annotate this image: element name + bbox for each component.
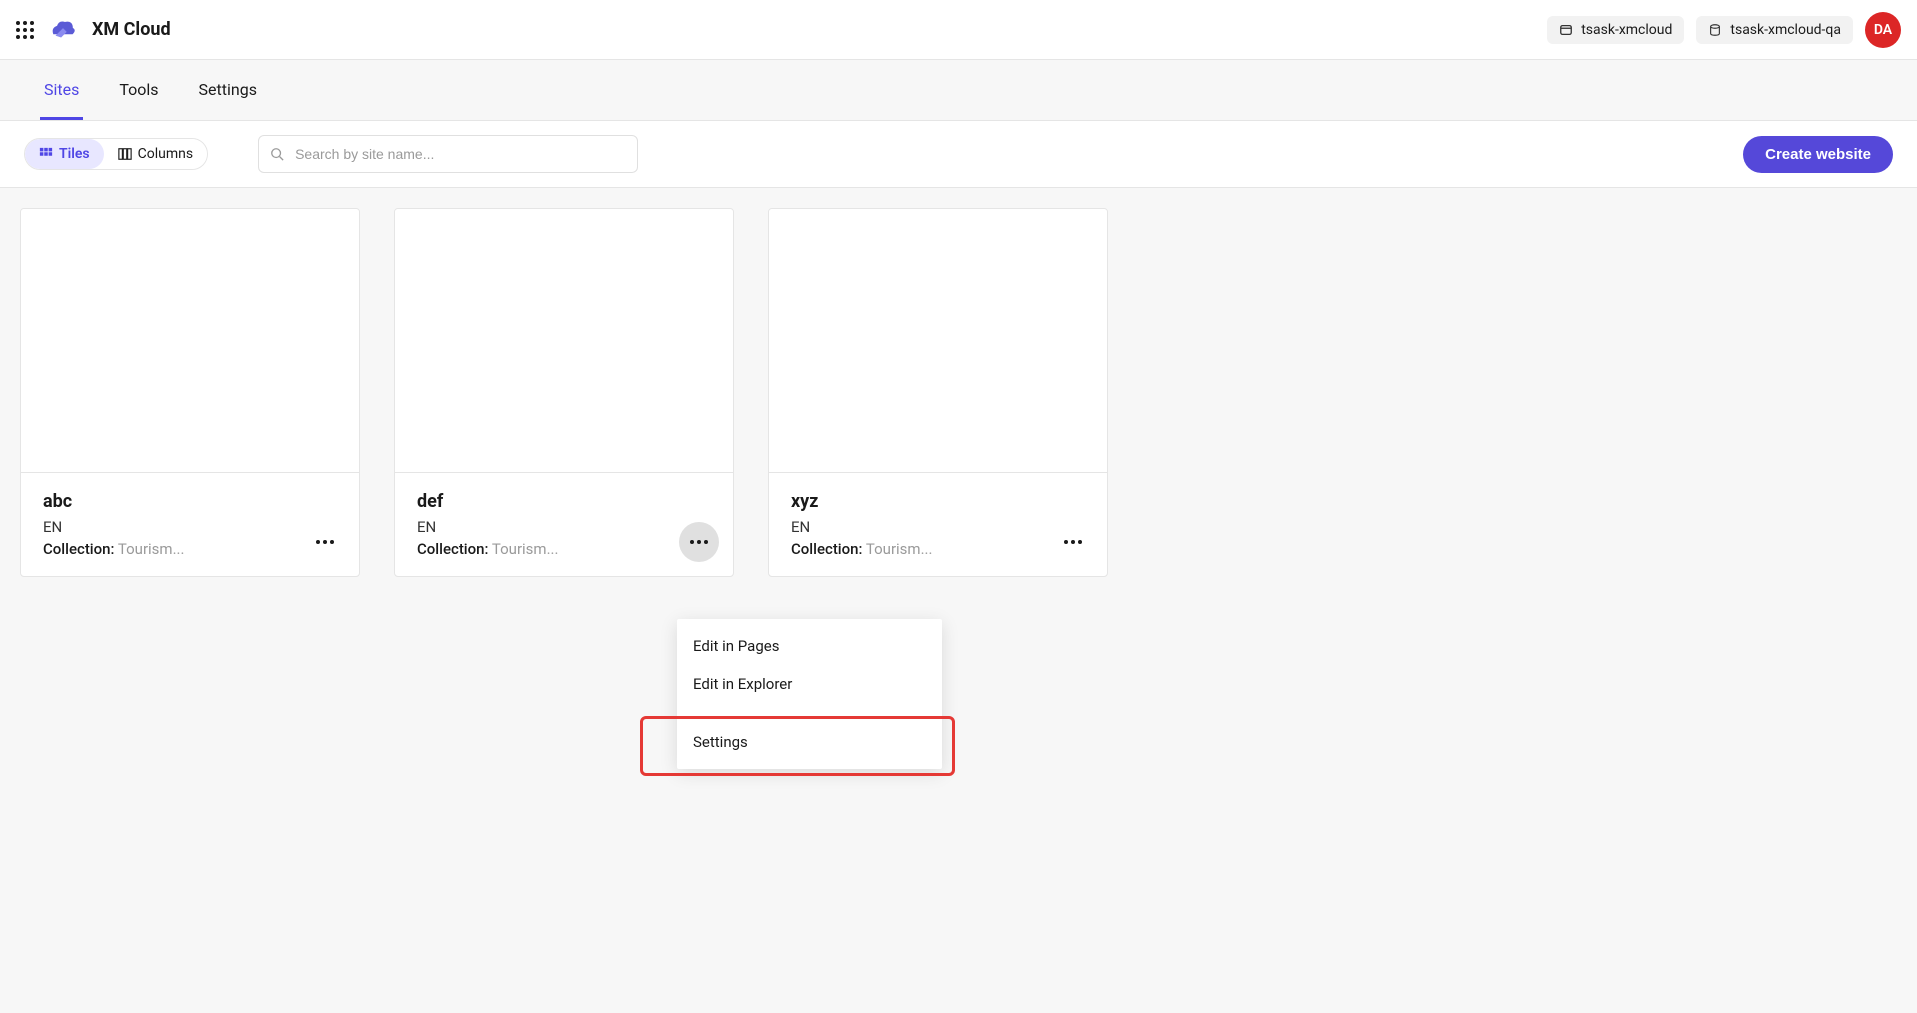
database-icon: [1708, 23, 1722, 37]
site-card-title: xyz: [791, 491, 1085, 512]
site-card-preview: [769, 209, 1107, 473]
site-card-preview: [395, 209, 733, 473]
site-card-lang: EN: [791, 518, 1085, 536]
collection-label: Collection:: [43, 540, 114, 558]
org-chip-2-label: tsask-xmcloud-qa: [1730, 22, 1841, 38]
tab-tools[interactable]: Tools: [115, 60, 162, 120]
menu-edit-in-pages[interactable]: Edit in Pages: [677, 627, 942, 665]
view-tiles-button[interactable]: Tiles: [25, 139, 104, 169]
site-card-body: xyz EN Collection: Tourism...: [769, 473, 1107, 576]
user-avatar[interactable]: DA: [1865, 12, 1901, 48]
site-card-title: abc: [43, 491, 337, 512]
site-card-collection: Collection: Tourism...: [791, 540, 1085, 558]
site-card-body: abc EN Collection: Tourism...: [21, 473, 359, 576]
view-columns-button[interactable]: Columns: [104, 139, 207, 169]
view-tiles-label: Tiles: [59, 146, 90, 162]
site-card-body: def EN Collection: Tourism...: [395, 473, 733, 576]
card-context-menu: Edit in Pages Edit in Explorer Settings: [677, 619, 942, 769]
site-card-collection: Collection: Tourism...: [417, 540, 711, 558]
card-more-button[interactable]: [679, 522, 719, 562]
app-title: XM Cloud: [92, 19, 171, 40]
collection-label: Collection:: [417, 540, 488, 558]
org-chip-1[interactable]: tsask-xmcloud: [1547, 16, 1684, 44]
site-card[interactable]: abc EN Collection: Tourism...: [20, 208, 360, 577]
site-card-lang: EN: [43, 518, 337, 536]
toolbar: Tiles Columns Create website: [0, 121, 1917, 188]
site-card-preview: [21, 209, 359, 473]
view-toggle: Tiles Columns: [24, 138, 208, 170]
columns-icon: [118, 147, 132, 161]
project-icon: [1559, 23, 1573, 37]
collection-label: Collection:: [791, 540, 862, 558]
site-card[interactable]: def EN Collection: Tourism...: [394, 208, 734, 577]
header-right: tsask-xmcloud tsask-xmcloud-qa DA: [1547, 12, 1901, 48]
tabs-bar: Sites Tools Settings: [0, 60, 1917, 121]
tab-settings[interactable]: Settings: [195, 60, 261, 120]
tab-sites[interactable]: Sites: [40, 60, 83, 120]
search-wrap: [258, 135, 638, 173]
collection-value: Tourism...: [492, 540, 559, 558]
site-card-lang: EN: [417, 518, 711, 536]
org-chip-1-label: tsask-xmcloud: [1581, 22, 1672, 38]
xm-cloud-logo-icon: [48, 15, 78, 45]
search-icon: [270, 147, 284, 161]
menu-edit-in-explorer[interactable]: Edit in Explorer: [677, 665, 942, 703]
tiles-icon: [39, 147, 53, 161]
menu-settings[interactable]: Settings: [677, 723, 942, 761]
apps-launcher-icon[interactable]: [16, 21, 34, 39]
header-left: XM Cloud: [16, 15, 171, 45]
org-chip-2[interactable]: tsask-xmcloud-qa: [1696, 16, 1853, 44]
site-card[interactable]: xyz EN Collection: Tourism...: [768, 208, 1108, 577]
collection-value: Tourism...: [866, 540, 933, 558]
collection-value: Tourism...: [118, 540, 185, 558]
card-more-button[interactable]: [1053, 522, 1093, 562]
view-columns-label: Columns: [138, 146, 193, 162]
app-header: XM Cloud tsask-xmcloud tsask-xmcloud-qa …: [0, 0, 1917, 60]
search-input[interactable]: [258, 135, 638, 173]
cards-container: abc EN Collection: Tourism... def EN Col…: [0, 188, 1917, 597]
site-card-collection: Collection: Tourism...: [43, 540, 337, 558]
create-website-button[interactable]: Create website: [1743, 136, 1893, 173]
site-card-title: def: [417, 491, 711, 512]
menu-separator: [677, 703, 942, 723]
card-more-button[interactable]: [305, 522, 345, 562]
